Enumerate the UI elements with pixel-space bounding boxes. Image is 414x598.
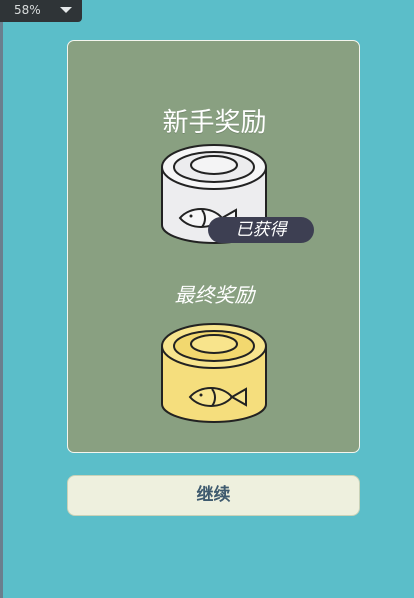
- final-reward-label: 最终奖励: [174, 283, 255, 307]
- panel-title: 新手奖励: [162, 108, 267, 138]
- obtained-badge: 已获得: [208, 217, 314, 243]
- continue-button[interactable]: 继续: [67, 475, 360, 516]
- zoom-select[interactable]: 58%: [0, 0, 82, 22]
- golden-tuna-can-icon: [161, 323, 267, 423]
- reward-panel: 新手奖励 已获得 最终奖励: [67, 40, 360, 453]
- zoom-value: 58%: [14, 3, 41, 17]
- window-edge: [0, 0, 3, 598]
- chevron-down-icon: [60, 7, 72, 13]
